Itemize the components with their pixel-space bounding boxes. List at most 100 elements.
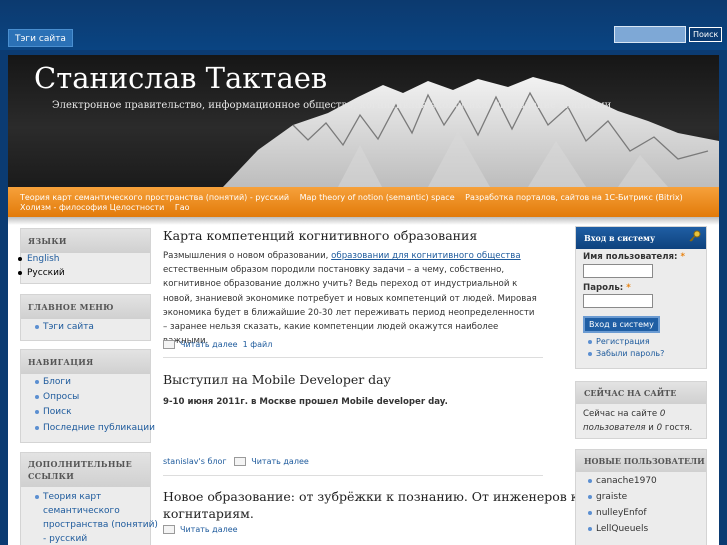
new-user-item[interactable]: nulleyEnfof: [588, 508, 647, 518]
username-label-text: Имя пользователя:: [583, 252, 678, 262]
extra-link-line: Теория карт: [43, 492, 102, 502]
online-text: Сейчас на сайте 0 пользователя и 0 гостя…: [583, 407, 692, 435]
extra-link-line: семантического: [43, 506, 120, 516]
bullet-icon: [35, 379, 39, 384]
read-more-link[interactable]: Читать далее: [180, 340, 238, 349]
main-menu-item-label: Тэги сайта: [43, 322, 94, 332]
main-menu-block: ГЛАВНОЕ МЕНЮ: [20, 294, 151, 341]
document-icon: [234, 457, 247, 466]
new-user-name: nulleyEnfof: [596, 508, 647, 518]
post-title-line: когнитариям.: [163, 506, 254, 521]
nav-shadow: [8, 217, 719, 225]
bullet-icon: [35, 425, 39, 430]
post-text: естественным образом породили постановку…: [163, 265, 537, 347]
bullet-icon: [18, 256, 22, 261]
forgot-password-label: Забыли пароль?: [596, 349, 665, 358]
post-divider: [163, 357, 543, 358]
bullet-icon: [35, 494, 39, 499]
nav-item-label: Последние публикации: [43, 423, 156, 433]
search-input[interactable]: [614, 26, 686, 43]
post-body: 9-10 июня 2011г. в Москве прошел Mobile …: [163, 397, 448, 407]
language-russian[interactable]: Русский: [18, 268, 65, 278]
forgot-password-link[interactable]: Забыли пароль?: [588, 349, 664, 358]
primary-nav-item[interactable]: Разработка порталов, сайтов на 1С-Битрик…: [465, 193, 683, 202]
read-more-link[interactable]: Читать далее: [251, 457, 309, 466]
username-field[interactable]: [583, 264, 653, 278]
extra-link-line: - русский: [43, 534, 88, 544]
key-icon: [688, 230, 701, 243]
read-more-link[interactable]: Читать далее: [180, 525, 238, 534]
site-title[interactable]: Станислав Тактаев: [34, 61, 327, 95]
post-links: Читать далее 1 файл: [163, 340, 272, 349]
bullet-icon: [588, 339, 592, 344]
nav-item-recent[interactable]: Последние публикации: [35, 423, 155, 433]
post-divider: [163, 475, 543, 476]
primary-nav-item[interactable]: Теория карт семантического пространства …: [20, 193, 289, 202]
extra-links-title: ДОПОЛНИТЕЛЬНЫЕ ССЫЛКИ: [21, 453, 150, 487]
top-bar: Тэги сайта Поиск: [0, 0, 727, 50]
new-users-title: НОВЫЕ ПОЛЬЗОВАТЕЛИ: [576, 450, 706, 472]
new-user-item[interactable]: graiste: [588, 492, 627, 502]
main-menu-item-tags[interactable]: Тэги сайта: [35, 322, 94, 332]
username-label: Имя пользователя: *: [583, 252, 685, 262]
search-button[interactable]: Поиск: [689, 27, 723, 42]
bullet-icon: [588, 351, 592, 356]
nav-item-search[interactable]: Поиск: [35, 407, 72, 417]
bullet-icon: [35, 394, 39, 399]
extra-links-title-line: ССЫЛКИ: [28, 471, 75, 481]
post-title[interactable]: Выступил на Mobile Developer day: [163, 372, 391, 387]
new-user-item[interactable]: LellQueuels: [588, 524, 648, 534]
nav-item-label: Поиск: [43, 407, 72, 417]
online-text-part: гостя.: [662, 423, 693, 433]
new-user-item[interactable]: canache1970: [588, 476, 657, 486]
post-links: Читать далее: [163, 525, 238, 534]
main-menu-title: ГЛАВНОЕ МЕНЮ: [21, 295, 150, 319]
bullet-icon: [35, 324, 39, 329]
primary-nav-item[interactable]: Холизм - философия Целостности: [20, 203, 164, 212]
document-icon: [163, 340, 175, 349]
bullet-icon: [18, 270, 22, 275]
online-text-part: пользователя: [583, 423, 646, 433]
online-text-part: и: [645, 423, 657, 433]
top-tags-link[interactable]: Тэги сайта: [8, 29, 73, 47]
nav-item-polls[interactable]: Опросы: [35, 392, 79, 402]
page-container: Станислав Тактаев Электронное правительс…: [8, 55, 719, 545]
language-english-label: English: [27, 254, 60, 264]
new-user-name: canache1970: [596, 476, 657, 486]
bullet-icon: [588, 478, 592, 483]
online-text-part: Сейчас на сайте: [583, 409, 660, 419]
nav-item-label: Блоги: [43, 377, 72, 387]
site-header: Станислав Тактаев Электронное правительс…: [8, 55, 719, 187]
bullet-icon: [588, 510, 592, 515]
required-mark: *: [680, 252, 686, 262]
new-user-name: graiste: [596, 492, 628, 502]
online-title: СЕЙЧАС НА САЙТЕ: [576, 382, 706, 404]
primary-nav-item[interactable]: Map theory of notion (semantic) space: [300, 193, 455, 202]
attachments-link[interactable]: 1 файл: [243, 340, 273, 349]
post-links: stanislav's блог Читать далее: [163, 457, 309, 466]
password-field[interactable]: [583, 294, 653, 308]
primary-nav: Теория карт семантического пространства …: [8, 187, 719, 217]
required-mark: *: [626, 283, 631, 293]
password-label-text: Пароль:: [583, 283, 624, 293]
register-link-label: Регистрация: [596, 337, 650, 346]
navigation-title: НАВИГАЦИЯ: [21, 350, 150, 374]
login-title: Вход в систему: [576, 227, 706, 249]
extra-link-line: пространства (понятий): [43, 520, 158, 530]
extra-link-map-theory[interactable]: Теория карт семантического пространства …: [35, 490, 158, 545]
post-title[interactable]: Новое образование: от зубрёжки к познани…: [163, 488, 579, 522]
language-english[interactable]: English: [18, 254, 60, 264]
register-link[interactable]: Регистрация: [588, 337, 650, 346]
nav-item-label: Опросы: [43, 392, 80, 402]
blog-link[interactable]: stanislav's блог: [163, 457, 227, 466]
online-users-count: 0: [659, 409, 666, 419]
login-submit-button[interactable]: Вход в систему: [583, 316, 660, 333]
password-label: Пароль: *: [583, 283, 631, 293]
post-text: Размышления о новом образовании,: [163, 251, 332, 261]
post-inline-link[interactable]: образовании для когнитивного общества: [331, 251, 521, 261]
primary-nav-item[interactable]: Гао: [175, 203, 190, 212]
nav-item-blogs[interactable]: Блоги: [35, 377, 71, 387]
languages-block-title: ЯЗЫКИ: [21, 229, 150, 253]
post-body: Размышления о новом образовании, образов…: [163, 249, 541, 348]
post-title[interactable]: Карта компетенций когнитивного образован…: [163, 228, 477, 243]
